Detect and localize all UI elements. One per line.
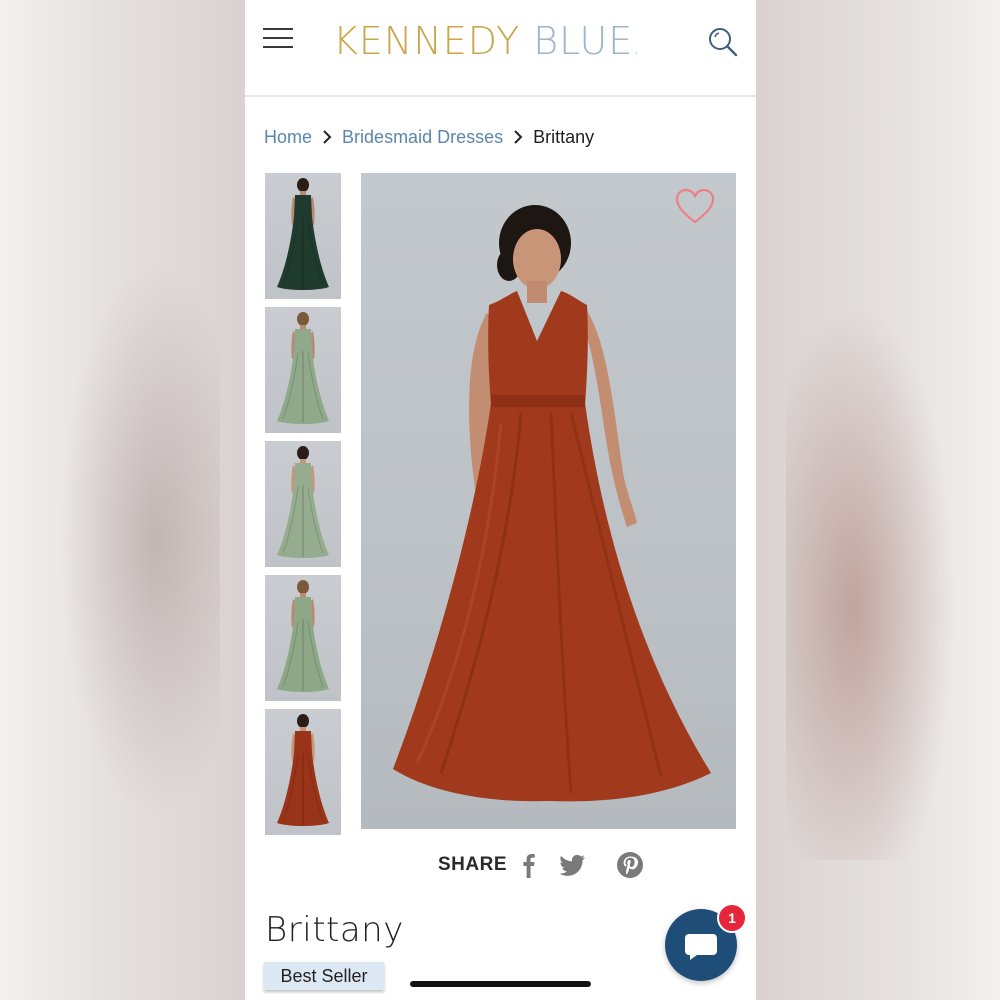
- site-header: KENNEDY BLUE.: [245, 0, 756, 97]
- pinterest-icon[interactable]: [615, 850, 645, 880]
- thumbnail-4[interactable]: [265, 575, 341, 701]
- thumbnail-5[interactable]: [265, 709, 341, 835]
- logo-word-blue: BLUE: [533, 19, 634, 63]
- main-product-image[interactable]: [361, 173, 736, 829]
- breadcrumb-current: Brittany: [533, 127, 595, 147]
- chevron-right-icon: [514, 130, 523, 144]
- thumbnail-1[interactable]: [265, 173, 341, 299]
- background-blur-right: [756, 0, 1000, 1000]
- share-label: SHARE: [438, 854, 508, 875]
- breadcrumb-home[interactable]: Home: [264, 127, 312, 147]
- search-icon[interactable]: [707, 26, 739, 58]
- chat-unread-badge: 1: [717, 903, 747, 933]
- thumbnail-3[interactable]: [265, 441, 341, 567]
- background-blur-left: [0, 0, 245, 1000]
- product-title: Brittany: [265, 910, 404, 950]
- best-seller-badge: Best Seller: [264, 962, 384, 990]
- thumbnail-2[interactable]: [265, 307, 341, 433]
- facebook-icon[interactable]: [514, 850, 544, 880]
- breadcrumb-bridesmaid-dresses[interactable]: Bridesmaid Dresses: [342, 127, 503, 147]
- logo-dot: .: [633, 35, 641, 59]
- site-logo[interactable]: KENNEDY BLUE.: [333, 16, 641, 66]
- logo-word-kennedy: KENNEDY: [333, 19, 521, 63]
- breadcrumb: Home Bridesmaid Dresses Brittany: [264, 124, 594, 150]
- heart-icon[interactable]: [675, 188, 715, 225]
- hamburger-menu-icon[interactable]: [263, 26, 295, 52]
- mobile-screen: KENNEDY BLUE. Home Bridesmaid Dresses Br…: [245, 0, 756, 1000]
- twitter-icon[interactable]: [557, 850, 587, 880]
- chevron-right-icon: [323, 130, 332, 144]
- thumbnail-strip: [265, 173, 341, 843]
- home-indicator[interactable]: [410, 981, 591, 987]
